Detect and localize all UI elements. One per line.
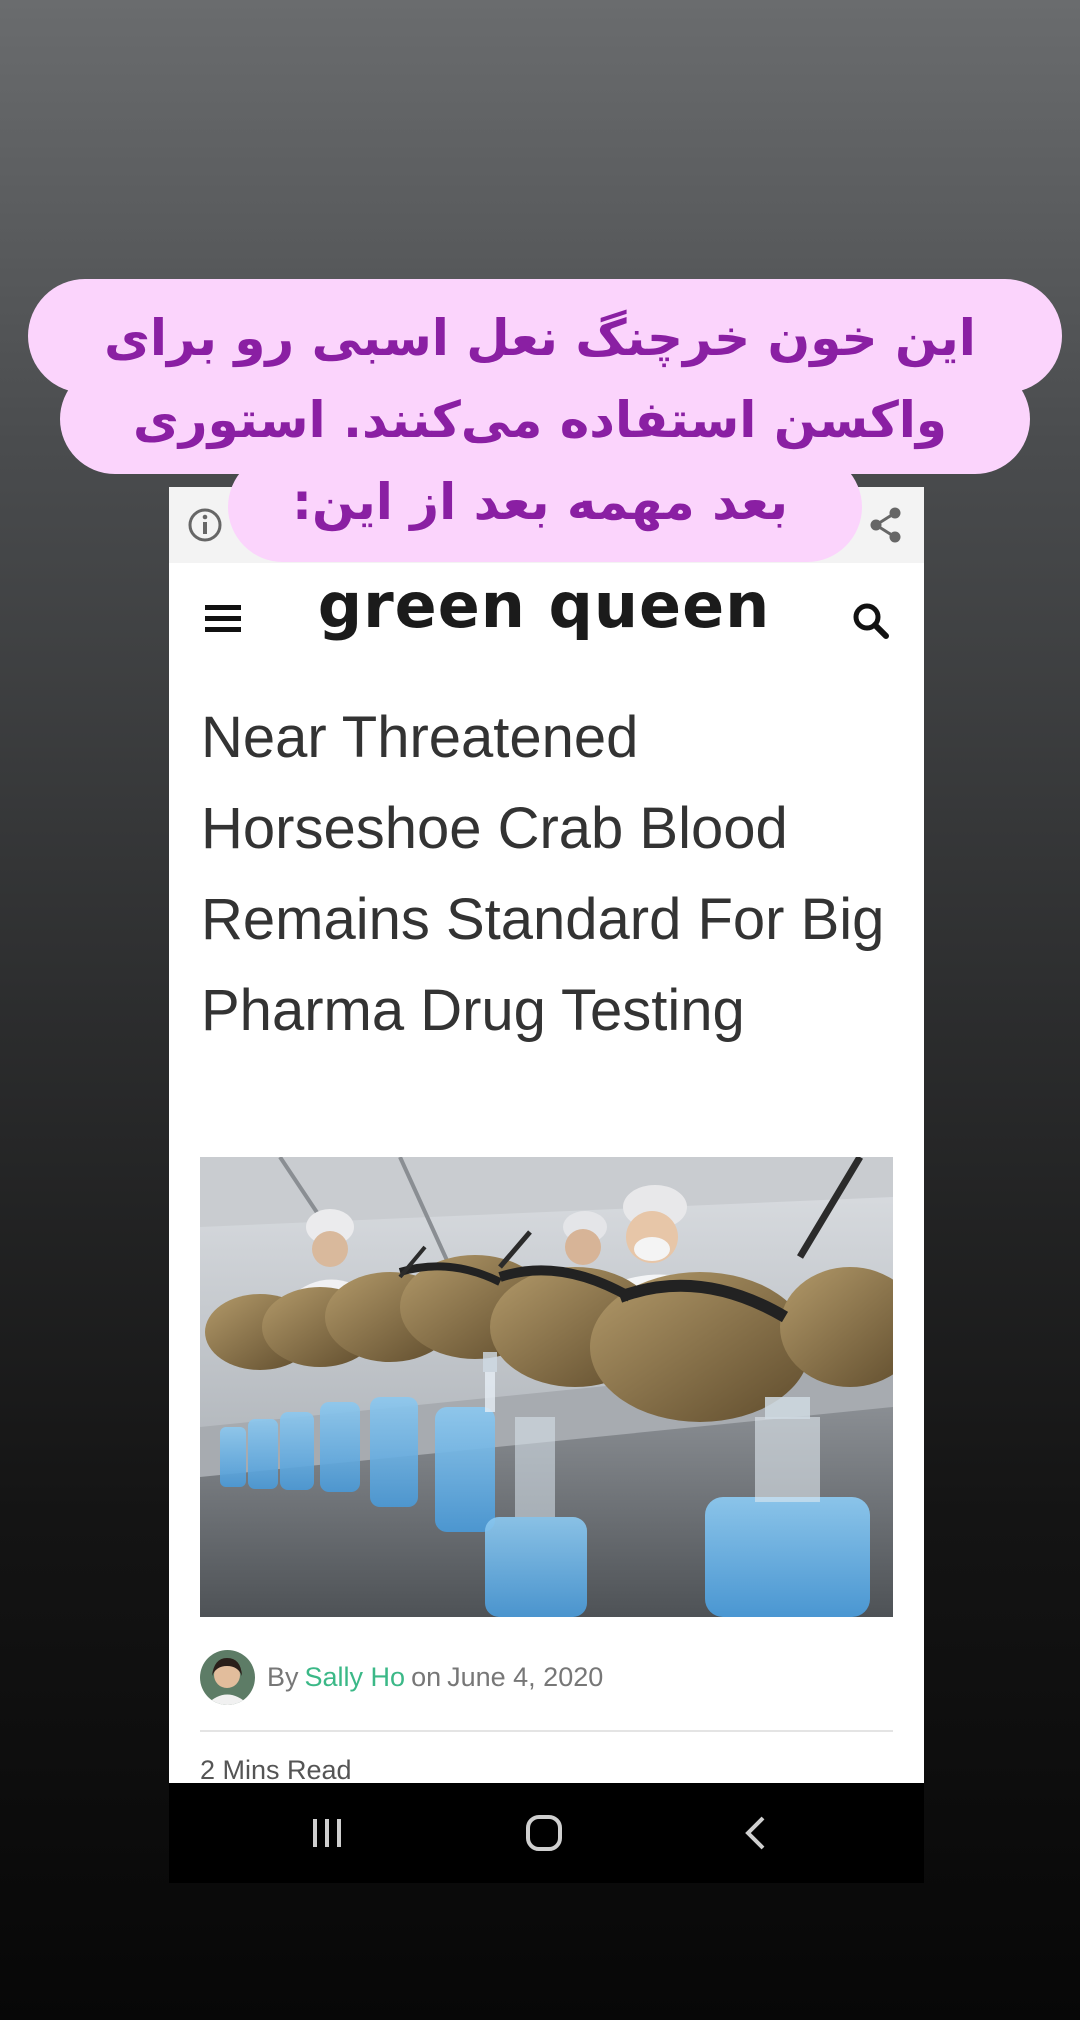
story-caption-line-1: این خون خرچنگ نعل اسبی رو برای bbox=[104, 309, 976, 367]
byline-prefix: By bbox=[267, 1661, 299, 1692]
back-icon[interactable] bbox=[741, 1815, 769, 1851]
author-avatar[interactable] bbox=[200, 1649, 255, 1705]
story-caption-line-2: واکسن استفاده می‌کنند. استوری bbox=[132, 391, 948, 449]
read-time: 2 Mins Read bbox=[200, 1755, 352, 1785]
recent-apps-icon[interactable] bbox=[309, 1815, 345, 1851]
article-byline: By Sally Ho on June 4, 2020 bbox=[200, 1649, 893, 1705]
author-link[interactable]: Sally Ho bbox=[305, 1662, 406, 1693]
home-icon[interactable] bbox=[524, 1813, 564, 1853]
search-icon[interactable] bbox=[851, 601, 891, 641]
site-header: green queen bbox=[169, 563, 924, 673]
site-logo[interactable]: green queen bbox=[309, 569, 779, 642]
story-caption-line-3: بعد مهمه بعد از این: bbox=[291, 473, 789, 531]
divider bbox=[200, 1730, 893, 1732]
publish-date: June 4, 2020 bbox=[447, 1661, 604, 1692]
android-nav-bar bbox=[169, 1783, 924, 1883]
article-headline: Near Threatened Horseshoe Crab Blood Rem… bbox=[201, 705, 885, 1043]
article-screenshot: green queen Near Threatened Horseshoe Cr… bbox=[169, 487, 924, 1883]
date-prefix: on bbox=[411, 1661, 442, 1692]
hamburger-menu-icon[interactable] bbox=[203, 601, 243, 635]
article-hero-image bbox=[200, 1157, 893, 1617]
